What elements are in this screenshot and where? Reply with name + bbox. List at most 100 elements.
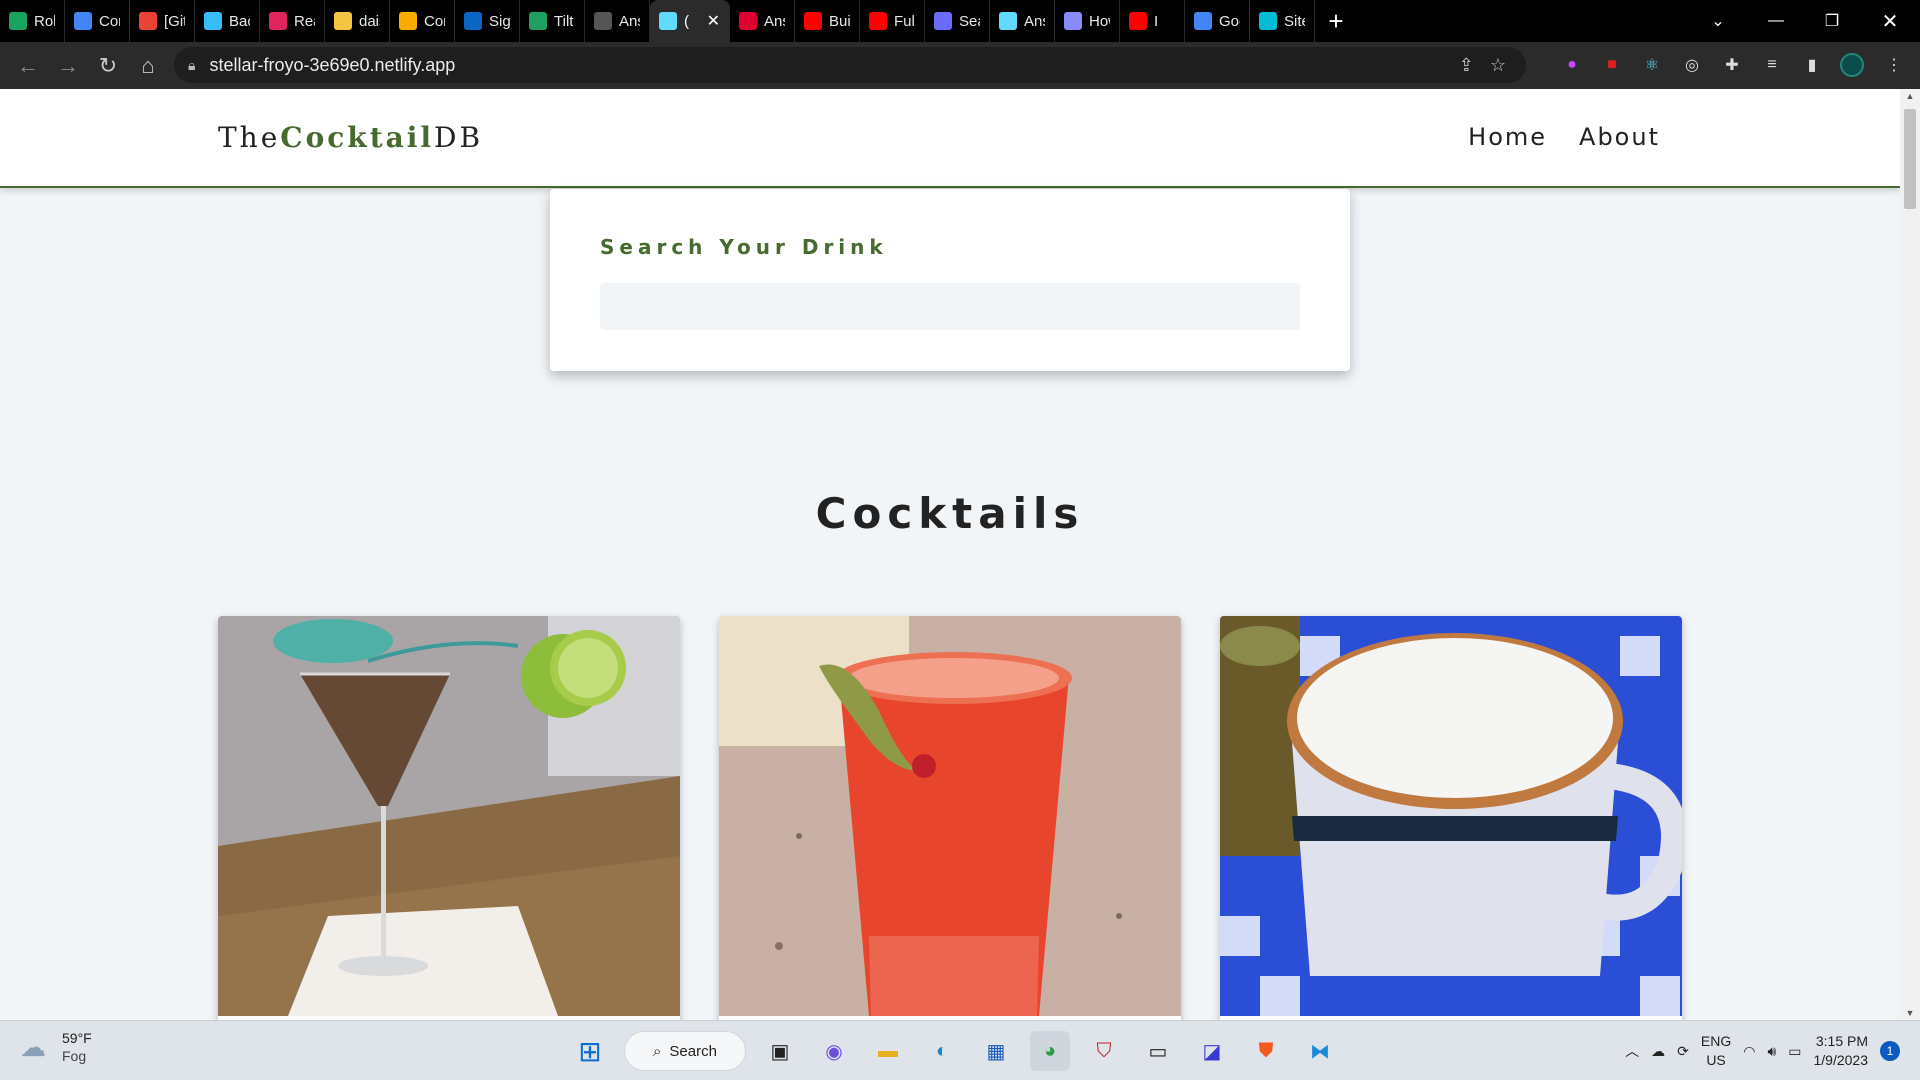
- sync-icon[interactable]: ⟳: [1677, 1043, 1689, 1060]
- cocktail-image[interactable]: [218, 616, 680, 1016]
- brave-browser-icon[interactable]: ⛊: [1246, 1031, 1286, 1071]
- chrome-icon[interactable]: ◕: [1030, 1031, 1070, 1071]
- browser-tab[interactable]: Reac: [260, 0, 325, 42]
- task-view-icon[interactable]: ▣: [760, 1031, 800, 1071]
- browser-tab[interactable]: (✕: [650, 0, 730, 42]
- battery-icon[interactable]: ▭: [1788, 1043, 1801, 1060]
- scroll-down-arrow-icon[interactable]: ▼: [1900, 1008, 1920, 1018]
- wifi-icon[interactable]: ◠: [1743, 1043, 1755, 1060]
- react-devtools-icon[interactable]: ⚛: [1638, 50, 1666, 80]
- browser-tab[interactable]: Tilt: [520, 0, 585, 42]
- github-icon: [594, 12, 612, 30]
- notification-badge[interactable]: 1: [1880, 1041, 1900, 1061]
- browser-tab[interactable]: Goo: [1185, 0, 1250, 42]
- section-title: Cocktails: [815, 489, 1085, 538]
- gmail-icon: [139, 12, 157, 30]
- home-icon[interactable]: ⌂: [128, 46, 168, 86]
- tray-overflow-chevron-icon[interactable]: ︿: [1625, 1041, 1639, 1061]
- browser-tab-label: Back: [229, 12, 250, 30]
- notebook-icon: [399, 12, 417, 30]
- taskbar-search-button[interactable]: ⌕ Search: [624, 1031, 746, 1071]
- new-tab-button[interactable]: +: [1315, 0, 1357, 42]
- extension-target-icon[interactable]: ◎: [1678, 50, 1706, 80]
- nav-link-home[interactable]: Home: [1468, 123, 1547, 151]
- extension-purple-icon[interactable]: ●: [1558, 50, 1586, 80]
- profile-avatar[interactable]: [1838, 50, 1866, 80]
- browser-tab[interactable]: Ansi: [585, 0, 650, 42]
- reload-icon[interactable]: ↻: [88, 46, 128, 86]
- restore-button[interactable]: ❐: [1804, 0, 1860, 42]
- youtube-icon: [1129, 12, 1147, 30]
- page-scrollbar[interactable]: ▲ ▼: [1900, 89, 1920, 1020]
- minimize-button[interactable]: —: [1748, 0, 1804, 42]
- nav-link-about[interactable]: About: [1579, 123, 1660, 151]
- search-input[interactable]: [600, 283, 1300, 330]
- edge-browser-icon[interactable]: ◐: [922, 1031, 962, 1071]
- chat-icon: [9, 12, 27, 30]
- media-control-icon[interactable]: ≡: [1758, 50, 1786, 80]
- clock-date: 1/9/2023: [1813, 1052, 1869, 1068]
- browser-tab-label: Sear: [959, 12, 980, 30]
- back-arrow-icon[interactable]: ←: [8, 46, 48, 86]
- scrollbar-thumb[interactable]: [1904, 109, 1916, 209]
- cocktail-card[interactable]: [218, 616, 680, 1020]
- logo-prefix: The: [218, 121, 281, 154]
- browser-menu-icon[interactable]: ⋮: [1880, 50, 1908, 80]
- cocktail-image[interactable]: [1220, 616, 1682, 1016]
- weather-widget[interactable]: ☁ 59°F Fog: [20, 1029, 92, 1065]
- browser-tab[interactable]: Rohi: [0, 0, 65, 42]
- url-text[interactable]: stellar-froyo-3e69e0.netlify.app: [209, 55, 455, 76]
- taskbar-search-label: Search: [669, 1042, 717, 1060]
- linkedin-icon: [464, 12, 482, 30]
- vscode-icon[interactable]: ⧓: [1300, 1031, 1340, 1071]
- browser-tab[interactable]: Com: [390, 0, 455, 42]
- docs-icon: [74, 12, 92, 30]
- search-icon: ⌕: [653, 1042, 662, 1060]
- cocktail-image[interactable]: [719, 616, 1181, 1016]
- file-explorer-icon[interactable]: ▬: [868, 1031, 908, 1071]
- forward-arrow-icon[interactable]: →: [48, 46, 88, 86]
- browser-tab[interactable]: Ansi: [990, 0, 1055, 42]
- extension-red-icon[interactable]: ■: [1598, 50, 1626, 80]
- language-indicator[interactable]: ENG US: [1701, 1032, 1731, 1070]
- angular-icon: [739, 12, 757, 30]
- browser-tab[interactable]: Com: [65, 0, 130, 42]
- windows-start-icon[interactable]: ⊞: [570, 1031, 610, 1071]
- app-m-icon[interactable]: ◪: [1192, 1031, 1232, 1071]
- browser-tab[interactable]: Full: [860, 0, 925, 42]
- microsoft-store-icon[interactable]: ▦: [976, 1031, 1016, 1071]
- browser-tab[interactable]: How: [1055, 0, 1120, 42]
- scroll-up-arrow-icon[interactable]: ▲: [1900, 91, 1920, 101]
- volume-icon[interactable]: 🔊︎: [1767, 1043, 1776, 1060]
- browser-tab-label: Ansi: [619, 12, 640, 30]
- search-label: Search Your Drink: [600, 235, 888, 259]
- browser-tab[interactable]: Sign: [455, 0, 520, 42]
- browser-tab[interactable]: Sear: [925, 0, 990, 42]
- lock-icon[interactable]: 🔒︎: [188, 57, 195, 74]
- site-logo[interactable]: TheCocktailDB: [218, 121, 483, 154]
- browser-tab[interactable]: Back: [195, 0, 260, 42]
- terminal-icon[interactable]: ▭: [1138, 1031, 1178, 1071]
- address-bar[interactable]: 🔒︎ stellar-froyo-3e69e0.netlify.app ⇪ ☆: [174, 47, 1526, 83]
- bookmark-star-icon[interactable]: ☆: [1490, 55, 1506, 76]
- share-icon[interactable]: ⇪: [1459, 55, 1474, 76]
- browser-tab[interactable]: [Gith: [130, 0, 195, 42]
- close-tab-icon[interactable]: ✕: [707, 11, 720, 31]
- teams-chat-icon[interactable]: ◉: [814, 1031, 854, 1071]
- cocktail-card[interactable]: [719, 616, 1181, 1020]
- side-panel-icon[interactable]: ▮: [1798, 50, 1826, 80]
- logo-accent: Cocktail: [280, 121, 435, 154]
- onedrive-cloud-icon[interactable]: ☁: [1651, 1043, 1665, 1060]
- cocktail-card[interactable]: [1220, 616, 1682, 1020]
- browser-tab-label: Com: [99, 12, 120, 30]
- close-window-button[interactable]: ✕: [1862, 0, 1918, 42]
- browser-tab[interactable]: I: [1120, 0, 1185, 42]
- browser-tab[interactable]: Ansi: [730, 0, 795, 42]
- clock[interactable]: 3:15 PM 1/9/2023: [1814, 1032, 1869, 1070]
- browser-tab[interactable]: dais: [325, 0, 390, 42]
- browser-tab[interactable]: Site: [1250, 0, 1315, 42]
- extensions-puzzle-icon[interactable]: ✚: [1718, 50, 1746, 80]
- mcafee-icon[interactable]: ⛉: [1084, 1031, 1124, 1071]
- tab-search-chevron-icon[interactable]: ⌄: [1690, 0, 1746, 42]
- browser-tab[interactable]: Builc: [795, 0, 860, 42]
